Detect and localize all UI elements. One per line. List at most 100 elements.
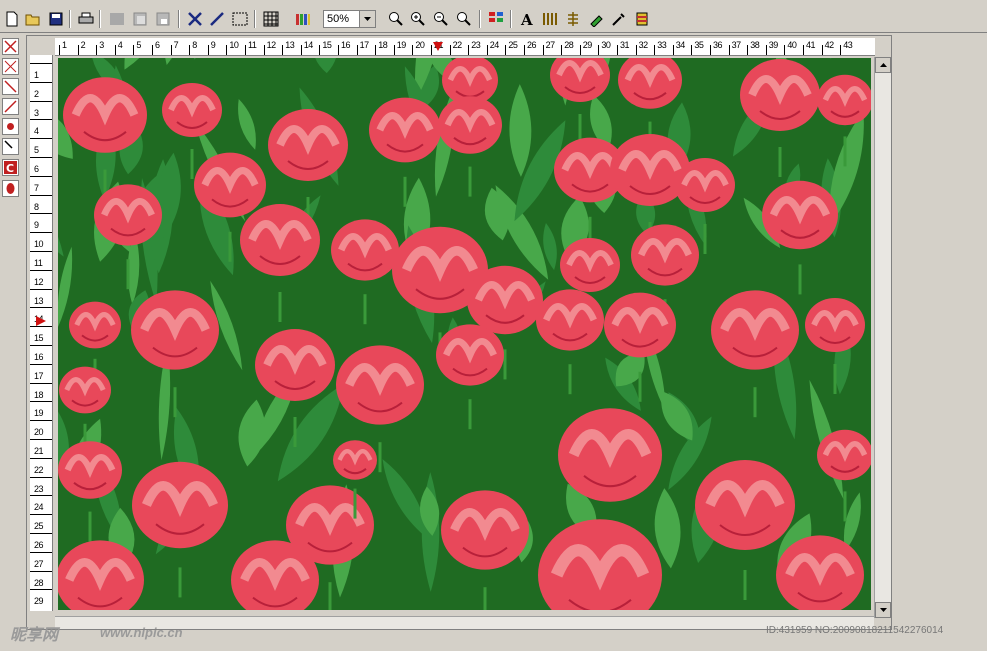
ruler-tick	[598, 45, 600, 55]
scroll-down-icon[interactable]	[875, 602, 891, 618]
ruler-tick	[542, 45, 544, 55]
ruler-label: 28	[34, 577, 44, 588]
ruler-tick	[30, 138, 52, 140]
split-button[interactable]	[563, 9, 583, 29]
thread-button[interactable]	[632, 9, 652, 29]
ruler-label: 7	[34, 182, 39, 193]
ruler-tick	[30, 570, 52, 572]
ruler-tick	[30, 194, 52, 196]
tulip-pattern-canvas[interactable]	[58, 58, 871, 610]
ruler-label: 20	[34, 427, 44, 438]
ruler-tick	[30, 269, 52, 271]
ruler-tick	[300, 45, 302, 55]
ruler-tick	[840, 45, 842, 55]
petite-stitch-icon	[4, 140, 13, 149]
ruler-label: 12	[34, 276, 44, 287]
full-cross-tool[interactable]	[2, 38, 19, 55]
ruler-label: 24	[34, 502, 44, 513]
watermark-logo: 昵享网	[10, 627, 59, 644]
ruler-tick	[30, 119, 52, 121]
cut-icon	[156, 12, 170, 26]
ruler-tick	[338, 45, 339, 55]
ruler-tick	[524, 45, 525, 55]
zoom-in-button[interactable]	[408, 9, 428, 29]
color-chart-icon	[489, 12, 503, 22]
eyedropper-button[interactable]	[609, 9, 629, 29]
french-knot-tool[interactable]	[2, 118, 19, 135]
ruler-label: 34	[675, 40, 686, 50]
ruler-label: 15	[322, 40, 332, 50]
zoom-fit-icon	[389, 12, 403, 26]
ruler-label: 26	[527, 40, 537, 50]
ruler-tick	[803, 45, 804, 55]
ruler-tick	[468, 45, 470, 55]
grid-icon	[263, 11, 279, 27]
ruler-tick	[30, 100, 52, 102]
half-cross-tool[interactable]	[2, 58, 19, 75]
vertical-scrollbar[interactable]	[874, 57, 891, 618]
ruler-tick	[114, 45, 116, 55]
ruler-tick	[375, 45, 377, 55]
new-file-button[interactable]	[2, 9, 22, 29]
cross-stitch-button[interactable]	[185, 9, 205, 29]
quarter-stitch-tool[interactable]	[2, 98, 19, 115]
watermark-url: www.nipic.cn	[100, 625, 183, 640]
ruler-label: 11	[248, 40, 257, 50]
floppy-icon	[49, 12, 63, 26]
stitch-fill-button[interactable]	[540, 9, 560, 29]
watermark-id: ID:431959 NO:20090818211542276014	[766, 625, 944, 636]
new-file-icon	[6, 11, 18, 27]
ruler-tick	[765, 45, 767, 55]
color-chart-button[interactable]	[486, 9, 506, 29]
open-button[interactable]	[23, 9, 43, 29]
zoom-actual-button[interactable]	[454, 9, 474, 29]
select-button[interactable]	[230, 9, 250, 29]
palette-button[interactable]	[293, 9, 313, 29]
line-stitch-button[interactable]	[207, 9, 227, 29]
ruler-label: 16	[341, 40, 351, 50]
french-knot-icon	[7, 123, 14, 130]
text-button[interactable]: A	[517, 9, 537, 29]
ruler-label: 33	[657, 40, 667, 50]
ruler-tick	[133, 45, 135, 55]
ruler-tick	[30, 81, 52, 83]
ruler-label: 7	[173, 40, 179, 50]
zoom-select[interactable]: 50%	[323, 10, 376, 28]
ruler-label: 24	[489, 40, 500, 50]
ruler-label: 22	[452, 40, 463, 50]
row-marker-icon	[36, 316, 46, 327]
ruler-label: 10	[229, 40, 239, 50]
petite-stitch-tool[interactable]	[2, 138, 19, 155]
cross-stitch-icon	[188, 12, 202, 26]
ruler-label: 4	[34, 126, 39, 137]
ruler-label: 9	[210, 40, 216, 50]
backstitch-tool[interactable]	[2, 78, 19, 95]
leaf	[58, 178, 64, 257]
ruler-tick	[30, 175, 52, 177]
ruler-label: 39	[768, 40, 779, 50]
paste-button[interactable]	[130, 9, 150, 29]
ruler-tick	[579, 45, 581, 55]
ruler-label: 18	[34, 389, 44, 400]
ruler-label: 23	[34, 483, 44, 494]
paint-button[interactable]	[586, 9, 606, 29]
print-button[interactable]	[76, 9, 96, 29]
oval-tool[interactable]	[2, 180, 19, 197]
zoom-out-button[interactable]	[431, 9, 451, 29]
copy-button[interactable]	[107, 9, 127, 29]
grid-button[interactable]	[261, 9, 281, 29]
bead-tool[interactable]: C	[2, 159, 19, 176]
ruler-label: 1	[34, 70, 39, 80]
zoom-fit-button[interactable]	[386, 9, 406, 29]
svg-text:C: C	[6, 162, 14, 174]
leaf	[313, 58, 338, 74]
scroll-up-icon[interactable]	[875, 57, 891, 73]
ruler-label: 14	[303, 40, 314, 50]
ruler-tick	[319, 45, 321, 55]
chevron-down-icon[interactable]	[359, 11, 375, 27]
stitch-fill-icon	[543, 13, 557, 25]
ruler-tick	[412, 45, 414, 55]
cut-button[interactable]	[153, 9, 173, 29]
ruler-label: 20	[415, 40, 425, 50]
save-button[interactable]	[46, 9, 66, 29]
